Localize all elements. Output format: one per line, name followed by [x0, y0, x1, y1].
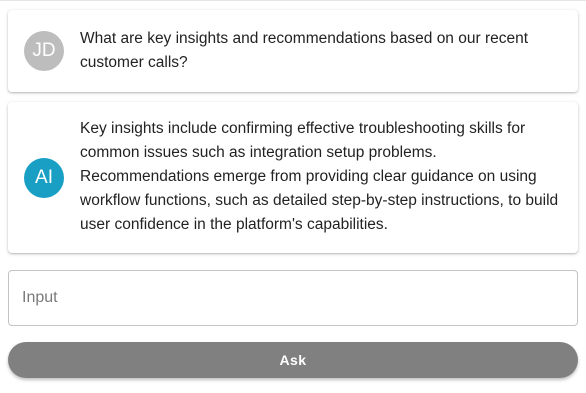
assistant-avatar: AI — [24, 158, 64, 198]
user-message-card: JD What are key insights and recommendat… — [8, 10, 578, 92]
assistant-message-card: AI Key insights include confirming effec… — [8, 102, 578, 253]
question-input-field[interactable] — [8, 270, 578, 326]
assistant-message-text: Key insights include confirming effectiv… — [80, 120, 559, 233]
user-avatar: JD — [24, 31, 64, 71]
user-message-text: What are key insights and recommendation… — [80, 30, 529, 71]
ask-button[interactable]: Ask — [8, 342, 578, 378]
chat-panel: JD What are key insights and recommendat… — [0, 0, 586, 393]
question-input[interactable] — [9, 271, 577, 325]
